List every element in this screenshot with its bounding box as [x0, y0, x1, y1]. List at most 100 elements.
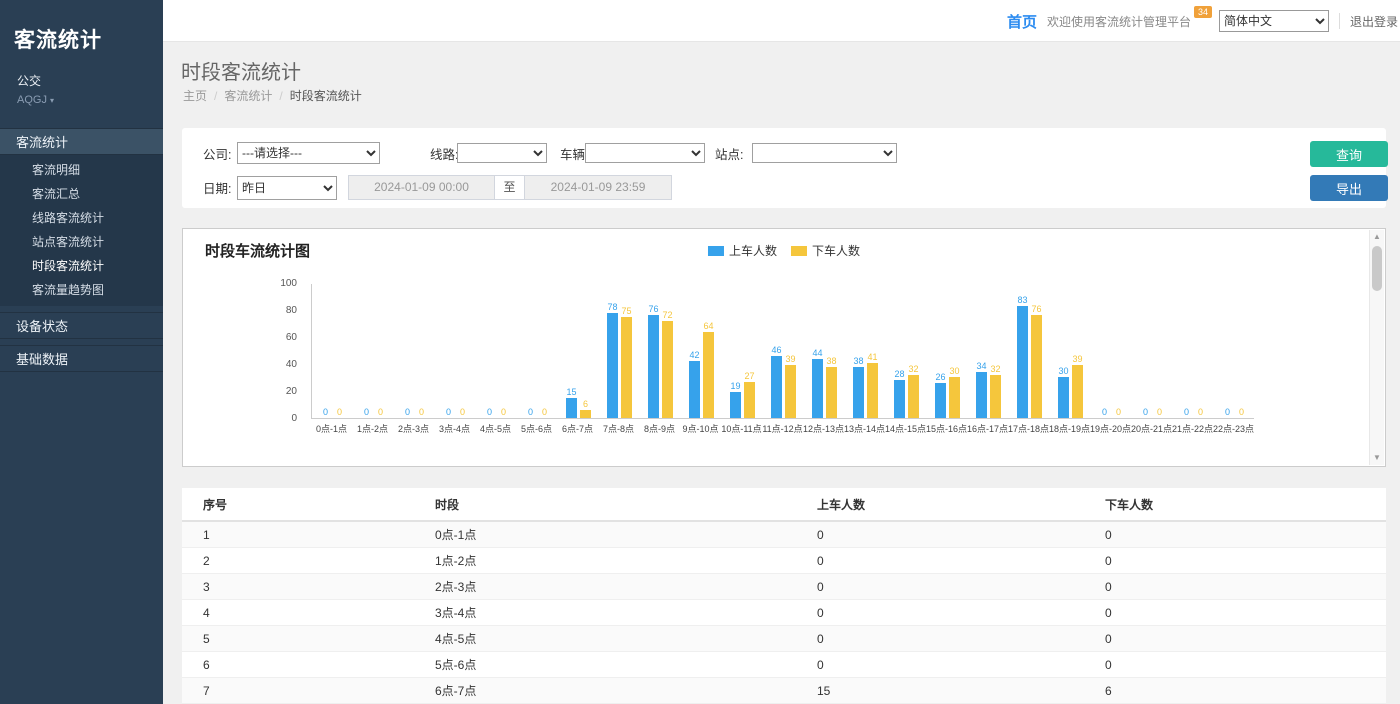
- sidebar-item[interactable]: 客流明细: [0, 158, 163, 182]
- sidebar-section[interactable]: 设备状态: [0, 312, 163, 339]
- bar[interactable]: 0: [456, 407, 469, 418]
- bar[interactable]: 64: [702, 321, 715, 418]
- sidebar-item[interactable]: 时段客流统计: [0, 254, 163, 278]
- bar[interactable]: 42: [688, 350, 701, 418]
- bar[interactable]: 0: [415, 407, 428, 418]
- bar[interactable]: 0: [442, 407, 455, 418]
- bar[interactable]: 0: [1180, 407, 1193, 418]
- date-end-input[interactable]: 2024-01-09 23:59: [524, 175, 672, 200]
- bar-rect: [566, 398, 577, 418]
- bar[interactable]: 0: [1235, 407, 1248, 418]
- table-row[interactable]: 21点-2点00: [182, 548, 1386, 574]
- bar[interactable]: 0: [1194, 407, 1207, 418]
- bar[interactable]: 0: [1098, 407, 1111, 418]
- sidebar-section[interactable]: 基础数据: [0, 345, 163, 372]
- notification-badge[interactable]: 34: [1194, 6, 1212, 18]
- scroll-down-icon[interactable]: ▼: [1370, 451, 1384, 465]
- bar[interactable]: 76: [647, 304, 660, 418]
- date-preset-select[interactable]: 昨日: [237, 176, 337, 200]
- bar-rect: [1017, 306, 1028, 418]
- bar[interactable]: 0: [1112, 407, 1125, 418]
- bar[interactable]: 0: [1139, 407, 1152, 418]
- table-row[interactable]: 10点-1点00: [182, 522, 1386, 548]
- bar[interactable]: 26: [934, 372, 947, 418]
- bar-value-label: 0: [528, 407, 533, 418]
- query-button[interactable]: 查询: [1310, 141, 1388, 167]
- export-button[interactable]: 导出: [1310, 175, 1388, 201]
- bar[interactable]: 75: [620, 306, 633, 418]
- bar[interactable]: 32: [907, 364, 920, 418]
- sidebar-item[interactable]: 线路客流统计: [0, 206, 163, 230]
- route-select[interactable]: [457, 143, 547, 163]
- bar[interactable]: 38: [852, 356, 865, 418]
- table-row[interactable]: 43点-4点00: [182, 600, 1386, 626]
- bar[interactable]: 0: [538, 407, 551, 418]
- bar[interactable]: 30: [1057, 366, 1070, 418]
- legend-item[interactable]: 下车人数: [791, 242, 860, 259]
- table-cell: 0: [1105, 658, 1386, 672]
- chart-scrollbar[interactable]: ▲ ▼: [1369, 230, 1384, 465]
- bar[interactable]: 78: [606, 302, 619, 418]
- bar[interactable]: 72: [661, 310, 674, 418]
- table-row[interactable]: 32点-3点00: [182, 574, 1386, 600]
- sidebar-item[interactable]: 客流量趋势图: [0, 278, 163, 302]
- table-row[interactable]: 76点-7点156: [182, 678, 1386, 704]
- bar[interactable]: 0: [483, 407, 496, 418]
- table-row[interactable]: 54点-5点00: [182, 626, 1386, 652]
- bar[interactable]: 39: [1071, 354, 1084, 418]
- bar-value-label: 0: [405, 407, 410, 418]
- x-tick-label: 4点-5点: [475, 422, 516, 435]
- x-tick-label: 15点-16点: [926, 422, 967, 435]
- bar[interactable]: 38: [825, 356, 838, 418]
- org-code-dropdown[interactable]: AQGJ▾: [17, 94, 146, 106]
- bar[interactable]: 0: [374, 407, 387, 418]
- bar[interactable]: 46: [770, 345, 783, 418]
- chart-xaxis: 0点-1点1点-2点2点-3点3点-4点4点-5点5点-6点6点-7点7点-8点…: [311, 422, 1254, 435]
- table-row[interactable]: 65点-6点00: [182, 652, 1386, 678]
- logout-link[interactable]: 退出登录: [1350, 13, 1398, 30]
- bar[interactable]: 30: [948, 366, 961, 418]
- bar[interactable]: 39: [784, 354, 797, 418]
- bar[interactable]: 0: [401, 407, 414, 418]
- sidebar-item[interactable]: 客流汇总: [0, 182, 163, 206]
- bar[interactable]: 0: [1221, 407, 1234, 418]
- bar[interactable]: 83: [1016, 295, 1029, 418]
- scrollbar-thumb[interactable]: [1372, 246, 1382, 291]
- table-cell: 0: [1105, 632, 1386, 646]
- bar[interactable]: 0: [360, 407, 373, 418]
- language-select[interactable]: 简体中文: [1219, 10, 1329, 32]
- bar[interactable]: 44: [811, 348, 824, 418]
- vehicle-select[interactable]: [585, 143, 705, 163]
- bar[interactable]: 0: [319, 407, 332, 418]
- bar[interactable]: 0: [1153, 407, 1166, 418]
- bar-rect: [785, 365, 796, 418]
- home-link[interactable]: 首页: [1007, 11, 1037, 32]
- bar-value-label: 0: [1116, 407, 1121, 418]
- bar[interactable]: 32: [989, 364, 1002, 418]
- scroll-up-icon[interactable]: ▲: [1370, 230, 1384, 244]
- bar[interactable]: 28: [893, 369, 906, 418]
- date-start-input[interactable]: 2024-01-09 00:00: [348, 175, 495, 200]
- bar[interactable]: 15: [565, 387, 578, 418]
- breadcrumb-item[interactable]: 客流统计: [224, 89, 272, 103]
- bar[interactable]: 0: [333, 407, 346, 418]
- station-select[interactable]: [752, 143, 897, 163]
- bar[interactable]: 27: [743, 371, 756, 418]
- bar[interactable]: 0: [497, 407, 510, 418]
- bar-rect: [1058, 377, 1069, 418]
- legend-item[interactable]: 上车人数: [708, 242, 777, 259]
- bar[interactable]: 6: [579, 399, 592, 418]
- breadcrumb-item[interactable]: 主页: [183, 89, 207, 103]
- bar-value-label: 76: [1031, 304, 1041, 315]
- bar[interactable]: 34: [975, 361, 988, 418]
- bar-value-label: 28: [894, 369, 904, 380]
- bar[interactable]: 19: [729, 381, 742, 418]
- bar[interactable]: 0: [524, 407, 537, 418]
- x-tick-label: 7点-8点: [598, 422, 639, 435]
- bar[interactable]: 76: [1030, 304, 1043, 418]
- sidebar-section[interactable]: 客流统计: [0, 128, 163, 155]
- sidebar-item[interactable]: 站点客流统计: [0, 230, 163, 254]
- bar-value-label: 41: [867, 352, 877, 363]
- company-select[interactable]: ---请选择---: [237, 142, 380, 164]
- bar[interactable]: 41: [866, 352, 879, 418]
